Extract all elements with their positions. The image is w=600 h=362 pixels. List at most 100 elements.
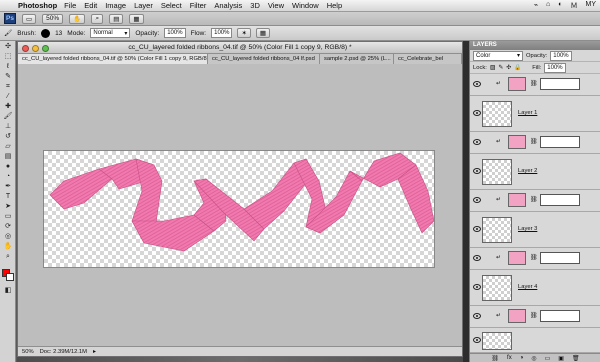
app-menu[interactable]: Photoshop (18, 1, 57, 10)
zoom-window-icon[interactable] (42, 45, 49, 52)
layer-mask-thumbnail[interactable] (540, 194, 580, 206)
visibility-eye-icon[interactable] (473, 255, 481, 261)
layer-row[interactable]: ↵ ⛓ (470, 132, 600, 154)
layer-name[interactable]: Layer 2 (518, 168, 537, 174)
canvas-area[interactable] (18, 64, 462, 346)
opacity-field[interactable]: 100% (164, 28, 186, 38)
shape-tool-icon[interactable]: ▭ (2, 213, 14, 221)
tab-document-3[interactable]: sample 2.psd @ 25% (L... (320, 54, 394, 64)
new-layer-icon[interactable]: ▣ (558, 355, 564, 362)
layer-row[interactable]: Layer 2 (470, 154, 600, 190)
link-chain-icon[interactable]: ⛓ (530, 196, 538, 203)
status-arrow-icon[interactable]: ▸ (93, 349, 96, 355)
brush-preset-picker[interactable] (41, 28, 51, 38)
layer-name[interactable]: Layer 4 (518, 284, 537, 290)
arrange-documents-button[interactable]: ▦ (129, 13, 144, 24)
pen-tool-icon[interactable]: ✒ (2, 183, 14, 191)
launch-bridge-button[interactable]: ▭ (22, 13, 37, 24)
menu-help[interactable]: Help (327, 1, 342, 10)
history-brush-tool-icon[interactable]: ↺ (2, 133, 14, 141)
new-group-icon[interactable]: ▭ (545, 355, 551, 362)
layer-style-icon[interactable]: fx (507, 355, 512, 361)
home-icon[interactable]: ⌂ (546, 1, 550, 11)
lock-all-icon[interactable]: 🔒 (514, 65, 521, 71)
visibility-eye-icon[interactable] (473, 284, 481, 290)
lock-paint-icon[interactable]: ✎ (498, 65, 503, 71)
brush-tool-icon[interactable]: 🖌 (4, 29, 12, 37)
zoom-level-button[interactable]: 50% (42, 13, 64, 24)
menu-file[interactable]: File (64, 1, 76, 10)
wifi-icon[interactable]: ⌁ (534, 1, 538, 11)
visibility-eye-icon[interactable] (473, 168, 481, 174)
trash-icon[interactable]: 🗑 (572, 355, 580, 362)
zoom-tool-icon[interactable]: ⌕ (2, 253, 14, 261)
link-chain-icon[interactable]: ⛓ (530, 254, 538, 261)
quick-select-tool-icon[interactable]: ✎ (2, 73, 14, 81)
3d-orbit-tool-icon[interactable]: ◎ (2, 233, 14, 241)
fill-field[interactable]: 100% (544, 62, 566, 73)
hand-tool-icon[interactable]: ✋ (2, 243, 14, 251)
lock-position-icon[interactable]: ✣ (506, 65, 511, 71)
user-menu[interactable]: MY (586, 1, 597, 11)
layer-row[interactable]: ↵ ⛓ (470, 306, 600, 328)
visibility-eye-icon[interactable] (473, 226, 481, 232)
quick-mask-icon[interactable]: ◧ (2, 287, 14, 295)
document-canvas[interactable] (43, 150, 435, 268)
layer-row[interactable]: ↵ ⛓ (470, 248, 600, 270)
visibility-eye-icon[interactable] (473, 337, 481, 343)
tab-document-2[interactable]: cc_CU_layered folded ribbons_04 lf.psd (208, 54, 320, 64)
visibility-eye-icon[interactable] (473, 313, 481, 319)
dodge-tool-icon[interactable]: ◔ (2, 173, 14, 181)
link-chain-icon[interactable]: ⛓ (530, 312, 538, 319)
tab-document-4[interactable]: cc_Celebrate_bel (394, 54, 462, 64)
blend-mode-select[interactable]: Color ▾ (473, 50, 523, 61)
layer-name[interactable]: Layer 1 (518, 110, 537, 116)
layer-name[interactable]: Layer 3 (518, 226, 537, 232)
menu-filter[interactable]: Filter (190, 1, 207, 10)
path-select-tool-icon[interactable]: ➤ (2, 203, 14, 211)
layer-mask-thumbnail[interactable] (540, 136, 580, 148)
healing-tool-icon[interactable]: ✚ (2, 103, 14, 111)
status-zoom[interactable]: 50% (22, 349, 34, 355)
visibility-eye-icon[interactable] (473, 197, 481, 203)
view-extras-button[interactable]: ▤ (109, 13, 124, 24)
clock-icon[interactable]: ◐ (558, 1, 562, 11)
lasso-tool-icon[interactable]: ℓ (2, 63, 14, 71)
menu-layer[interactable]: Layer (134, 1, 153, 10)
layer-mask-thumbnail[interactable] (540, 310, 580, 322)
layer-mask-thumbnail[interactable] (540, 78, 580, 90)
layers-panel-tab[interactable]: LAYERS (470, 41, 600, 50)
menu-window[interactable]: Window (292, 1, 319, 10)
lock-transparency-icon[interactable]: ▨ (490, 65, 495, 71)
flow-field[interactable]: 100% (211, 28, 233, 38)
layer-row[interactable]: ↵ ⛓ (470, 190, 600, 212)
3d-rotate-tool-icon[interactable]: ⟳ (2, 223, 14, 231)
add-mask-icon[interactable]: ◑ (520, 355, 524, 361)
layer-row[interactable]: Layer 1 (470, 96, 600, 132)
menu-3d[interactable]: 3D (250, 1, 260, 10)
eyedropper-tool-icon[interactable]: ⁄ (2, 93, 14, 101)
type-tool-icon[interactable]: T (2, 193, 14, 201)
hand-tool-button[interactable]: ✋ (69, 13, 86, 24)
airbrush-button[interactable]: ✶ (237, 28, 251, 38)
zoom-tool-button[interactable]: ⌕ (91, 13, 104, 24)
clone-stamp-tool-icon[interactable]: ⊥ (2, 123, 14, 131)
blur-tool-icon[interactable]: ● (2, 163, 14, 171)
tab-document-1[interactable]: cc_CU_layered folded ribbons_04.tif @ 50… (18, 54, 208, 64)
crop-tool-icon[interactable]: ⌗ (2, 83, 14, 91)
menu-edit[interactable]: Edit (84, 1, 97, 10)
close-icon[interactable] (22, 45, 29, 52)
gradient-tool-icon[interactable]: ▤ (2, 153, 14, 161)
layer-row[interactable] (470, 328, 600, 353)
menu-select[interactable]: Select (161, 1, 182, 10)
visibility-eye-icon[interactable] (473, 110, 481, 116)
background-color-swatch[interactable] (6, 273, 14, 281)
link-layers-icon[interactable]: ⛓ (491, 355, 499, 362)
eraser-tool-icon[interactable]: ▱ (2, 143, 14, 151)
brush-tool-icon[interactable]: 🖌 (2, 113, 14, 121)
minimize-icon[interactable] (32, 45, 39, 52)
visibility-eye-icon[interactable] (473, 81, 481, 87)
move-tool-icon[interactable]: ✣ (2, 43, 14, 51)
menu-analysis[interactable]: Analysis (214, 1, 242, 10)
layer-mask-thumbnail[interactable] (540, 252, 580, 264)
